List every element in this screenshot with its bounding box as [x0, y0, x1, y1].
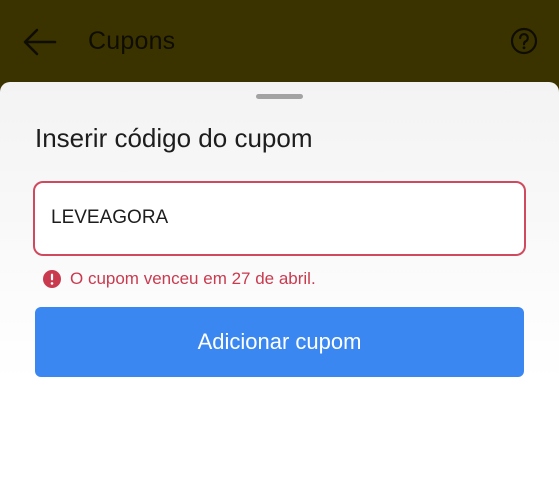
coupon-code-input[interactable] — [51, 183, 511, 253]
alert-circle-icon — [43, 270, 61, 288]
coupon-code-field — [33, 181, 526, 256]
help-circle-icon — [510, 27, 538, 55]
app-bar: Cupons — [0, 0, 559, 82]
error-message: O cupom venceu em 27 de abril. — [43, 268, 316, 290]
add-coupon-button[interactable]: Adicionar cupom — [35, 307, 524, 377]
error-text: O cupom venceu em 27 de abril. — [70, 269, 316, 288]
back-button[interactable] — [20, 22, 60, 62]
coupon-bottom-sheet: Inserir código do cupom O cupom venceu e… — [0, 82, 559, 500]
page-title: Cupons — [88, 27, 176, 55]
drag-handle[interactable] — [256, 94, 303, 99]
arrow-left-icon — [23, 28, 57, 56]
screen: Cupons Inserir código do cupom O cupom — [0, 0, 559, 500]
help-button[interactable] — [509, 26, 539, 56]
sheet-title: Inserir código do cupom — [35, 123, 313, 153]
